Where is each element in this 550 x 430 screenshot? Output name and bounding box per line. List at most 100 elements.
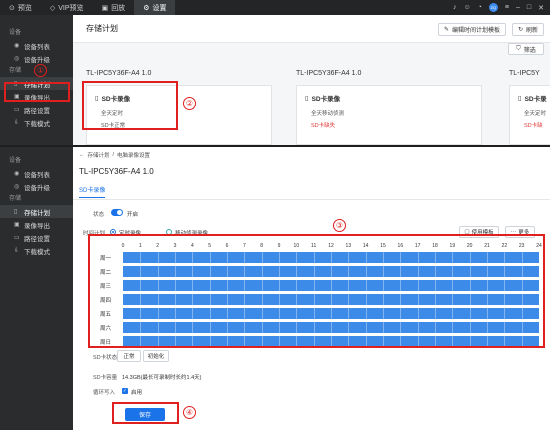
sidebar-item-label: 设备升级 <box>24 56 50 64</box>
bell-icon[interactable]: ♪ <box>453 4 457 11</box>
sidebar-item-device-upgrade[interactable]: ◎ 设备升级 <box>0 180 73 193</box>
folder-icon: ▭ <box>14 235 20 241</box>
loop-write-label: 循环写入 <box>93 390 116 396</box>
sidebar-item-path[interactable]: ▭ 路径设置 <box>0 231 73 244</box>
sd-card-icon: ▯ <box>305 95 309 102</box>
breadcrumb-current: 电脑录像设置 <box>117 153 151 159</box>
sidebar-item-device-list[interactable]: ◉ 设备列表 <box>0 167 73 180</box>
sidebar-item-storage-plan[interactable]: ▯ 存储计划 <box>0 205 73 218</box>
sd-capacity-value: 14.3GB(最长可录制时长约1.4天) <box>122 375 202 381</box>
filter-icon: ⛉ <box>516 45 521 52</box>
sidebar-item-label: 路径设置 <box>24 107 50 115</box>
clock-icon[interactable]: ◔ <box>478 4 482 11</box>
annotation-number-3: ③ <box>333 219 346 232</box>
refresh-button[interactable]: ↻ 刷新 <box>511 23 544 36</box>
annotation-box-4 <box>112 402 179 424</box>
tab-divider <box>73 199 550 200</box>
sidebar-lower: 设备 ◉ 设备列表 ◎ 设备升级 存储 ▯ 存储计划 ▣ 录像导出 ▭ 路径设置 ⇩ 下载模… <box>0 147 73 430</box>
vip-icon: ◇ <box>49 4 56 12</box>
page-header: 存储计划 ✎ 编辑时间计划模板 ↻ 刷新 <box>73 15 550 43</box>
gear-icon: ⚙ <box>143 4 150 12</box>
status-toggle[interactable] <box>111 209 123 216</box>
tab-vip-preview[interactable]: ◇ VIP预览 <box>41 0 93 15</box>
tab-sd-recording[interactable]: SD卡录像 <box>79 185 106 198</box>
device-title: TL-IPC5Y <box>509 70 540 77</box>
sd-status-text: 正常 <box>123 354 135 360</box>
menu-icon[interactable]: ≡ <box>505 4 509 11</box>
edit-template-button[interactable]: ✎ 编辑时间计划模板 <box>437 23 506 36</box>
annotation-box-2 <box>82 81 178 130</box>
annotation-number-1: ① <box>34 64 47 77</box>
tab-preview[interactable]: ⊙ 预览 <box>0 0 41 15</box>
card-title: ▯ SD卡录像 <box>305 93 340 103</box>
playback-icon: ▣ <box>101 4 109 12</box>
tab-label: 回放 <box>111 4 126 12</box>
download-icon: ⇩ <box>14 248 20 254</box>
download-icon: ⇩ <box>14 120 20 126</box>
sd-status-text: SD卡缺 <box>524 123 543 129</box>
device-title: TL-IPC5Y36F-A4 1.0 <box>79 167 154 176</box>
tab-label: VIP预览 <box>58 4 84 12</box>
sidebar-item-label: 设备列表 <box>24 43 50 51</box>
sd-status-text: SD卡缺失 <box>311 123 336 129</box>
sd-capacity-label: SD卡容量 <box>93 375 118 381</box>
eye-icon: ⊙ <box>9 4 15 12</box>
sidebar-item-label: 录像导出 <box>24 222 50 230</box>
annotation-number-2: ② <box>183 97 196 110</box>
sidebar-item-label: 设备升级 <box>24 184 50 192</box>
card-title-text: SD卡录像 <box>311 96 341 103</box>
init-button[interactable]: 初始化 <box>143 350 169 362</box>
sidebar-item-download[interactable]: ⇩ 下载模式 <box>0 116 73 129</box>
annotation-box-3 <box>88 234 545 348</box>
loop-write-checkbox[interactable]: ✓ <box>122 388 128 394</box>
pin-icon: ◉ <box>14 171 20 177</box>
sd-status-label: SD卡状态 <box>93 355 118 361</box>
sidebar-item-device-list[interactable]: ◉ 设备列表 <box>0 39 73 52</box>
upgrade-icon: ◎ <box>14 56 20 62</box>
breadcrumb: ← 存储计划 / 电脑录像设置 <box>79 151 150 159</box>
schedule-text: 全天定时 <box>524 111 547 117</box>
back-arrow-icon[interactable]: ← <box>79 152 85 158</box>
breadcrumb-root[interactable]: 存储计划 <box>88 151 110 159</box>
sidebar-upper: 设备 ◉ 设备列表 ◎ 设备升级 存储 ▯ 存储计划 ▣ 录像导出 ▭ 路径设置 ⇩ 下载模… <box>0 15 73 147</box>
breadcrumb-separator: / <box>112 152 115 158</box>
sidebar-item-download[interactable]: ⇩ 下载模式 <box>0 244 73 257</box>
sidebar-item-device-upgrade[interactable]: ◎ 设备升级 <box>0 52 73 65</box>
filter-button[interactable]: ⛉ 筛选 <box>508 43 544 55</box>
maximize-icon[interactable]: □ <box>527 4 531 11</box>
avatar[interactable]: ZQ <box>488 3 498 12</box>
tab-label: 预览 <box>17 4 32 12</box>
tab-label: 设置 <box>152 4 167 12</box>
sidebar-item-label: 下载模式 <box>24 248 50 256</box>
upgrade-icon: ◎ <box>14 184 20 190</box>
export-icon: ▣ <box>14 222 20 228</box>
page-title: 存储计划 <box>86 24 118 33</box>
annotation-number-4: ④ <box>183 406 196 419</box>
storage-card[interactable]: ▯ SD卡录 全天定时 SD卡缺 <box>509 85 550 145</box>
sidebar-item-label: 下载模式 <box>24 120 50 128</box>
button-label: 筛选 <box>523 47 536 54</box>
sidebar-item-label: 存储计划 <box>24 209 50 217</box>
button-label: 初始化 <box>147 354 165 360</box>
user-icon[interactable]: ☺ <box>464 4 471 11</box>
close-icon[interactable]: ✕ <box>538 4 544 12</box>
device-title: TL-IPC5Y36F-A4 1.0 <box>296 70 362 77</box>
sidebar-item-path[interactable]: ▭ 路径设置 <box>0 103 73 116</box>
pin-icon: ◉ <box>14 43 20 49</box>
tab-playback[interactable]: ▣ 回放 <box>93 0 135 15</box>
schedule-text: 全天移动侦测 <box>311 111 345 117</box>
sd-card-icon: ▯ <box>518 95 522 102</box>
folder-icon: ▭ <box>14 107 20 113</box>
top-nav-bar: ⊙ 预览 ◇ VIP预览 ▣ 回放 ⚙ 设置 ♪ ☺ ◔ ZQ ≡ – □ ✕ <box>0 0 550 15</box>
sidebar-section-storage: 存储 <box>9 196 22 202</box>
sidebar-item-export[interactable]: ▣ 录像导出 <box>0 218 73 231</box>
minimize-icon[interactable]: – <box>516 4 520 11</box>
tab-settings[interactable]: ⚙ 设置 <box>134 0 176 15</box>
sidebar-item-label: 设备列表 <box>24 171 50 179</box>
button-label: 刷新 <box>525 28 538 34</box>
sd-status-value: 正常 <box>117 350 141 362</box>
storage-icon: ▯ <box>14 209 18 215</box>
card-title-text: SD卡录 <box>524 96 547 103</box>
storage-card[interactable]: ▯ SD卡录像 全天移动侦测 SD卡缺失 <box>296 85 482 145</box>
card-title: ▯ SD卡录 <box>518 93 547 103</box>
